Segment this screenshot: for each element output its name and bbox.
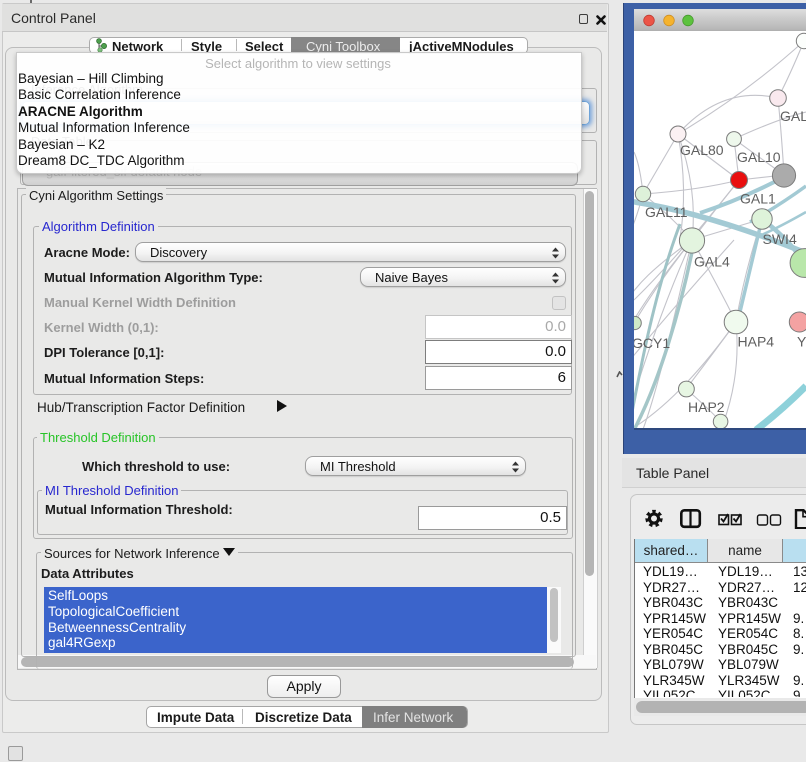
svg-text:HAP4: HAP4	[738, 334, 775, 350]
svg-text:GCY1: GCY1	[634, 335, 670, 351]
svg-text:GAL1: GAL1	[740, 191, 776, 207]
svg-text:GAL: GAL	[780, 108, 806, 124]
svg-text:GAL11: GAL11	[645, 204, 688, 220]
svg-text:HAP2: HAP2	[688, 399, 725, 415]
svg-text:GAL80: GAL80	[680, 142, 724, 158]
svg-text:GAL10: GAL10	[737, 149, 781, 165]
svg-text:Y: Y	[797, 334, 806, 350]
svg-text:GAL4: GAL4	[694, 254, 730, 270]
svg-text:SWI4: SWI4	[763, 231, 797, 247]
